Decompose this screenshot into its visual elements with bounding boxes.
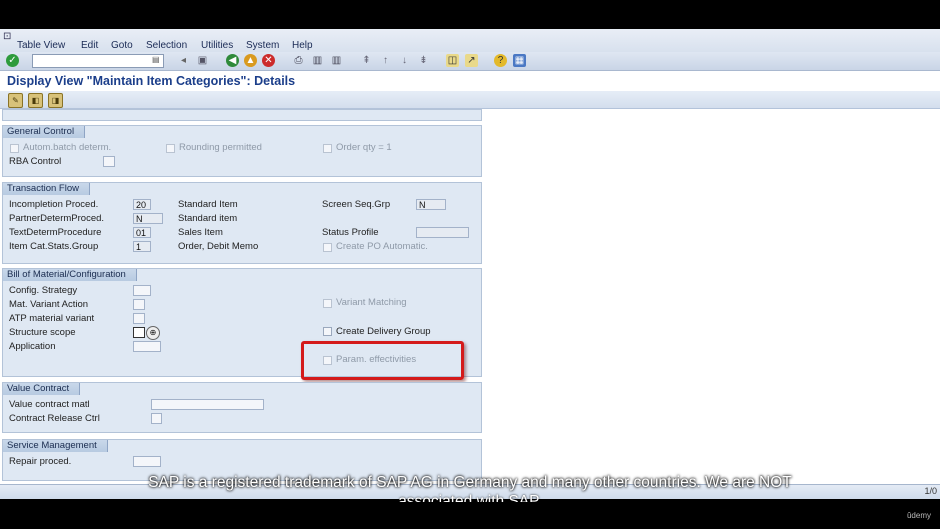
general-control-group: General Control Autom.batch determ. Roun… (2, 125, 482, 177)
command-field[interactable] (32, 54, 164, 68)
autom-batch-checkbox[interactable] (10, 144, 19, 153)
help-icon[interactable]: ? (494, 54, 507, 67)
new-session-icon[interactable]: ◫ (446, 54, 459, 67)
field-desc: Sales Item (178, 227, 223, 238)
create-po-label: Create PO Automatic. (336, 241, 428, 252)
menu-selection[interactable]: Selection (146, 40, 187, 51)
autom-batch-label: Autom.batch determ. (23, 142, 112, 153)
find-icon[interactable]: ▥ (311, 54, 324, 67)
order-qty-checkbox[interactable] (323, 144, 332, 153)
atp-field[interactable] (133, 313, 145, 324)
contract-release-field[interactable] (151, 413, 162, 424)
menu-help[interactable]: Help (292, 40, 313, 51)
config-strategy-field[interactable] (133, 285, 151, 296)
application-toolbar: ✎ ◧ ◨ (0, 91, 940, 109)
display-change-icon[interactable]: ✎ (8, 93, 23, 108)
create-po-checkbox[interactable] (323, 243, 332, 252)
field-desc: Standard Item (178, 199, 238, 210)
application-label: Application (9, 341, 56, 352)
field-label: Item Cat.Stats.Group (9, 241, 99, 252)
application-field[interactable] (133, 341, 161, 352)
disclaimer-caption-line2: associated with SAP. (398, 493, 542, 502)
field-label: Incompletion Proced. (9, 199, 99, 210)
config-strategy-label: Config. Strategy (9, 285, 78, 296)
prev-page-icon[interactable]: ↑ (379, 54, 392, 67)
cancel-icon[interactable]: ✕ (262, 54, 275, 67)
next-entry-icon[interactable]: ◨ (48, 93, 63, 108)
top-group-edge (2, 109, 482, 121)
next-page-icon[interactable]: ↓ (398, 54, 411, 67)
value-contract-matl-label: Value contract matl (9, 399, 90, 410)
variant-matching-checkbox[interactable] (323, 299, 332, 308)
prev-icon[interactable]: ◂ (177, 54, 190, 67)
title-bar: Display View "Maintain Item Categories":… (0, 71, 940, 92)
mat-variant-field[interactable] (133, 299, 145, 310)
transaction-flow-group: Transaction Flow Incompletion Proced. 20… (2, 182, 482, 264)
udemy-watermark: ûdemy (906, 511, 931, 520)
rba-field[interactable] (103, 156, 115, 167)
menu-edit[interactable]: Edit (81, 40, 98, 51)
command-history-icon[interactable]: ▤ (152, 55, 160, 64)
system-menu-icon[interactable]: ⊡ (3, 31, 11, 42)
partner-determ-field[interactable]: N (133, 213, 163, 224)
menu-table-view[interactable]: Table View (17, 40, 65, 51)
repair-proced-label: Repair proced. (9, 456, 72, 467)
highlight-annotation (301, 341, 464, 380)
menu-utilities[interactable]: Utilities (201, 40, 233, 51)
structure-scope-label: Structure scope (9, 327, 76, 338)
order-qty-label: Order qty = 1 (336, 142, 392, 153)
find-next-icon[interactable]: ▥ (330, 54, 343, 67)
incompletion-field[interactable]: 20 (133, 199, 151, 210)
create-delivery-group-checkbox[interactable] (323, 327, 332, 336)
layout-menu-icon[interactable]: ▦ (513, 54, 526, 67)
sap-screen: ⊡ Table View Edit Goto Selection Utiliti… (0, 29, 940, 499)
last-page-icon[interactable]: ⇟ (417, 54, 430, 67)
page-title: Display View "Maintain Item Categories":… (7, 74, 296, 88)
stats-group-field[interactable]: 1 (133, 241, 151, 252)
atp-label: ATP material variant (9, 313, 95, 324)
rounding-checkbox[interactable] (166, 144, 175, 153)
rba-label: RBA Control (9, 156, 62, 167)
save-icon[interactable]: ▣ (196, 54, 209, 67)
repair-proced-field[interactable] (133, 456, 161, 467)
mat-variant-label: Mat. Variant Action (9, 299, 89, 310)
shortcut-icon[interactable]: ↗ (465, 54, 478, 67)
create-delivery-group-label: Create Delivery Group (336, 326, 431, 337)
status-profile-label: Status Profile (322, 227, 379, 238)
exit-icon[interactable]: ▲ (244, 54, 257, 67)
first-page-icon[interactable]: ⇞ (360, 54, 373, 67)
group-title: General Control (3, 126, 86, 138)
contract-release-label: Contract Release Ctrl (9, 413, 100, 424)
standard-toolbar: ✓ ▤ ◂ ▣ ◀ ▲ ✕ ⎙ ▥ ▥ ⇞ ↑ ↓ ⇟ ◫ ↗ ? ▦ (0, 52, 940, 71)
group-title: Value Contract (3, 383, 81, 395)
prev-entry-icon[interactable]: ◧ (28, 93, 43, 108)
field-label: TextDetermProcedure (9, 227, 102, 238)
screen-seq-field[interactable]: N (416, 199, 446, 210)
rounding-label: Rounding permitted (179, 142, 262, 153)
back-icon[interactable]: ◀ (226, 54, 239, 67)
field-desc: Standard item (178, 213, 238, 224)
variant-matching-label: Variant Matching (336, 297, 407, 308)
field-desc: Order, Debit Memo (178, 241, 259, 252)
value-contract-matl-field[interactable] (151, 399, 264, 410)
status-profile-field[interactable] (416, 227, 469, 238)
value-help-icon[interactable]: ⊕ (146, 326, 160, 340)
menu-system[interactable]: System (246, 40, 279, 51)
disclaimer-caption: SAP is a registered trademark of SAP AG … (148, 474, 792, 491)
structure-scope-field[interactable] (133, 327, 145, 338)
field-label: PartnerDetermProced. (9, 213, 105, 224)
value-contract-group: Value Contract Value contract matl Contr… (2, 382, 482, 433)
text-determ-field[interactable]: 01 (133, 227, 151, 238)
menu-goto[interactable]: Goto (111, 40, 133, 51)
screen-seq-label: Screen Seq.Grp (322, 199, 391, 210)
menu-bar: ⊡ Table View Edit Goto Selection Utiliti… (0, 29, 940, 52)
print-icon[interactable]: ⎙ (292, 54, 305, 67)
detail-area: General Control Autom.batch determ. Roun… (0, 109, 940, 499)
group-title: Bill of Material/Configuration (3, 269, 137, 281)
group-title: Service Management (3, 440, 108, 452)
group-title: Transaction Flow (3, 183, 90, 195)
enter-check-icon[interactable]: ✓ (6, 54, 19, 67)
